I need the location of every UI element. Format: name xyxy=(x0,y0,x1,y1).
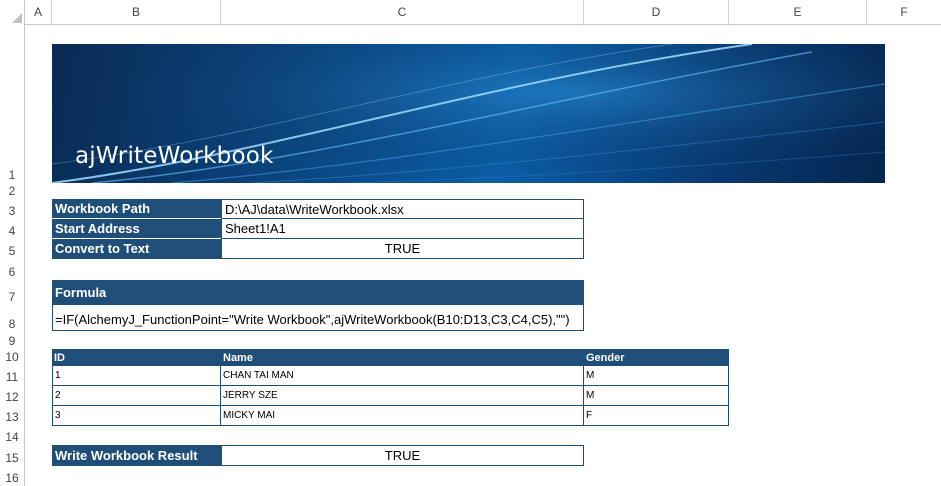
column-header-a[interactable]: A xyxy=(25,0,52,25)
table-cell-name[interactable]: MICKY MAI xyxy=(221,406,584,426)
data-header-id: ID xyxy=(52,349,221,366)
row-header-16[interactable]: 16 xyxy=(0,466,24,486)
convert-to-text-label: Convert to Text xyxy=(52,239,221,259)
row-header-5[interactable]: 5 xyxy=(0,239,24,259)
column-header-e[interactable]: E xyxy=(729,0,867,25)
table-cell-id[interactable]: 3 xyxy=(52,406,221,426)
formula-label: Formula xyxy=(52,280,584,305)
row-header-2[interactable]: 2 xyxy=(0,183,24,199)
row-header-6[interactable]: 6 xyxy=(0,259,24,280)
table-cell-gender[interactable]: M xyxy=(584,366,729,386)
workbook-path-cell[interactable]: D:\AJ\data\WriteWorkbook.xlsx xyxy=(221,199,584,219)
row-header-15[interactable]: 15 xyxy=(0,445,24,466)
data-header-name: Name xyxy=(221,349,584,366)
row-header-13[interactable]: 13 xyxy=(0,405,24,425)
row-header-8[interactable]: 8 xyxy=(0,305,24,332)
banner-image: ajWriteWorkbook xyxy=(52,44,885,183)
row-header-7[interactable]: 7 xyxy=(0,280,24,305)
column-header-f[interactable]: F xyxy=(867,0,941,25)
row-header-3[interactable]: 3 xyxy=(0,199,24,219)
table-cell-name[interactable]: CHAN TAI MAN xyxy=(221,366,584,386)
select-all-triangle-icon xyxy=(12,13,22,23)
start-address-cell[interactable]: Sheet1!A1 xyxy=(221,219,584,239)
write-workbook-result-cell[interactable]: TRUE xyxy=(221,445,584,466)
banner-title: ajWriteWorkbook xyxy=(75,143,274,169)
table-cell-name[interactable]: JERRY SZE xyxy=(221,386,584,406)
table-cell-gender[interactable]: F xyxy=(584,406,729,426)
column-header-d[interactable]: D xyxy=(584,0,729,25)
row-header-11[interactable]: 11 xyxy=(0,365,24,385)
select-all-corner[interactable] xyxy=(0,0,25,25)
row-header-9[interactable]: 9 xyxy=(0,332,24,349)
row-header-10[interactable]: 10 xyxy=(0,349,24,365)
row-header-4[interactable]: 4 xyxy=(0,219,24,239)
column-header-c[interactable]: C xyxy=(221,0,584,25)
table-cell-id[interactable]: 2 xyxy=(52,386,221,406)
write-workbook-result-label: Write Workbook Result xyxy=(52,445,221,466)
row-header-1[interactable]: 1 xyxy=(0,25,24,183)
formula-cell[interactable]: =IF(AlchemyJ_FunctionPoint="Write Workbo… xyxy=(52,305,584,331)
workbook-path-label: Workbook Path xyxy=(52,199,221,219)
column-header-b[interactable]: B xyxy=(52,0,221,25)
convert-to-text-cell[interactable]: TRUE xyxy=(221,239,584,259)
table-cell-gender[interactable]: M xyxy=(584,386,729,406)
table-cell-id[interactable]: 1 xyxy=(52,366,221,386)
start-address-label: Start Address xyxy=(52,219,221,239)
data-header-gender: Gender xyxy=(584,349,729,366)
row-header-12[interactable]: 12 xyxy=(0,385,24,405)
row-header-14[interactable]: 14 xyxy=(0,425,24,445)
